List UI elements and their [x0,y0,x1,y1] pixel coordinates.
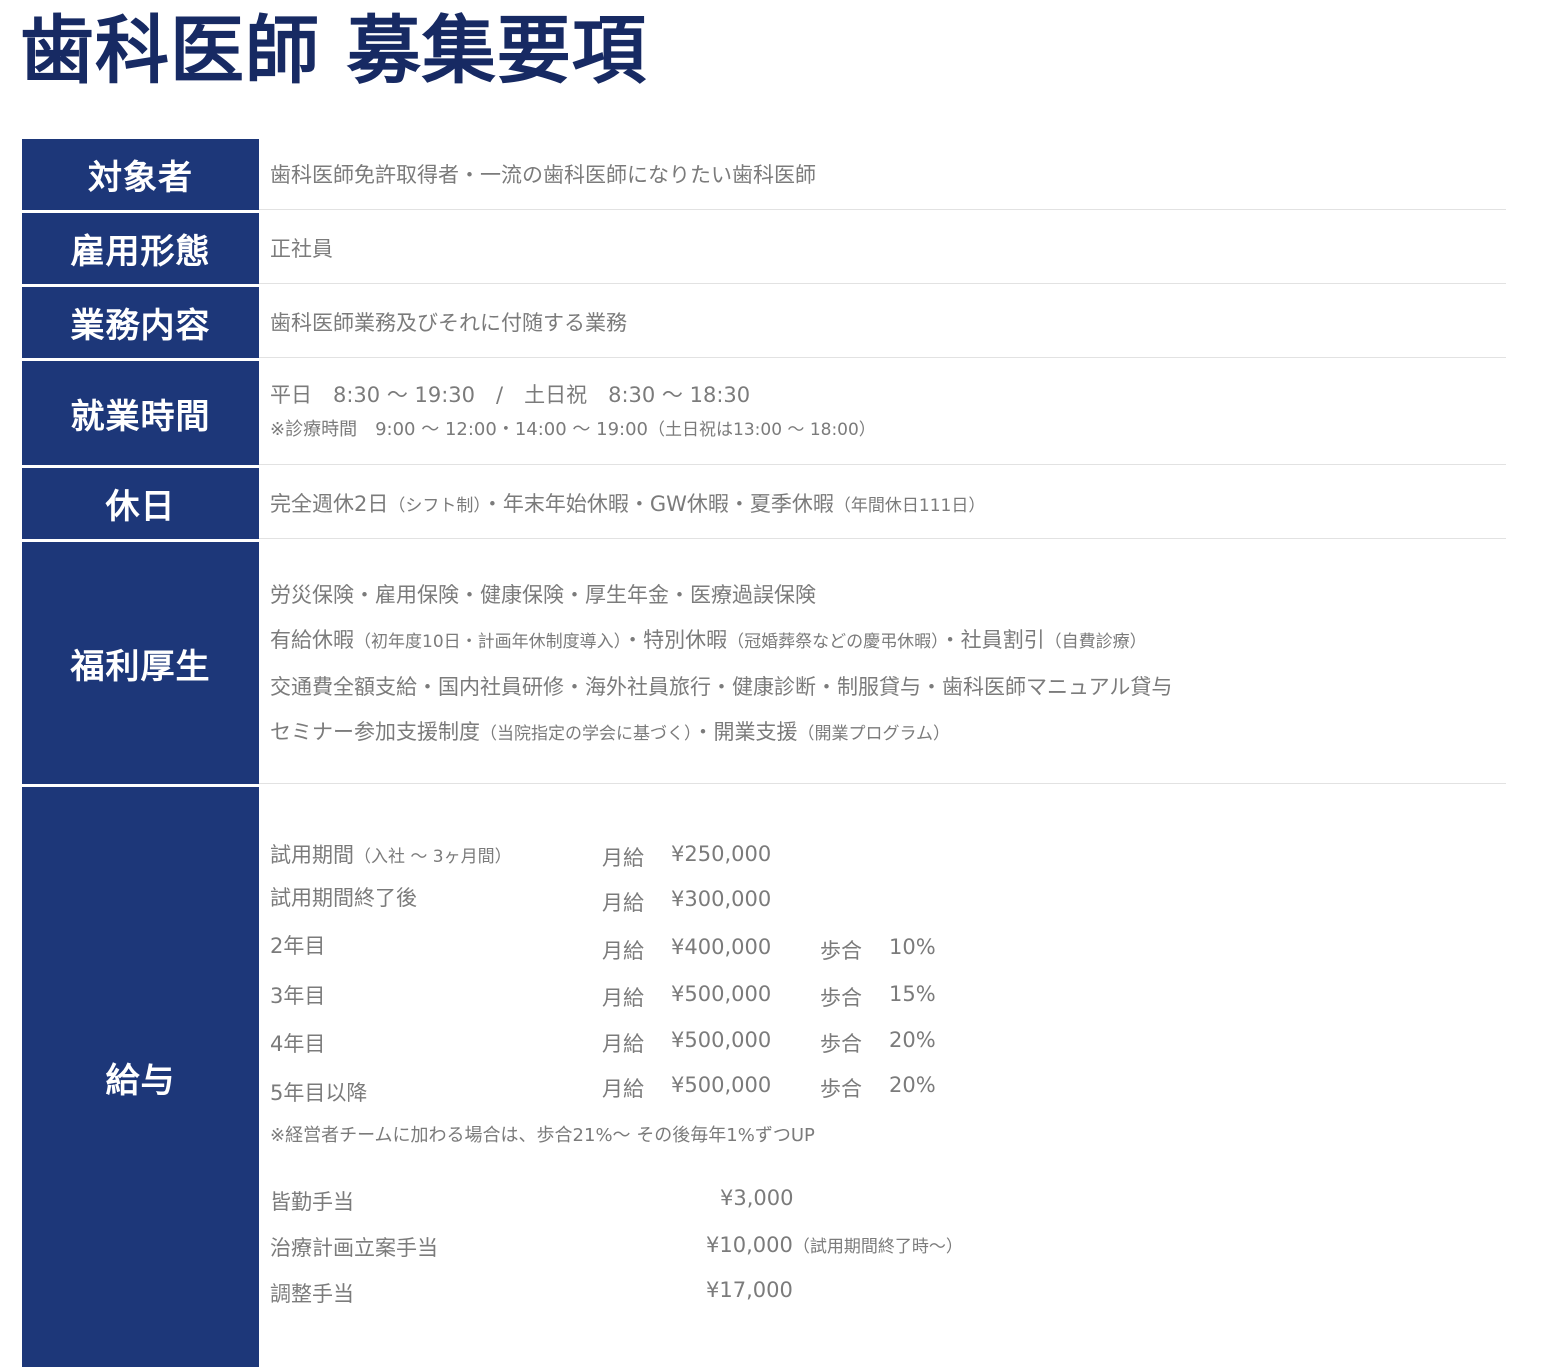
recruitment-table: 対象者 歯科医師免許取得者・一流の歯科医師になりたい歯科医師 雇用形態 正社員 … [22,139,1506,1367]
salary-tier-label: 試用期間終了後 [270,886,417,910]
row-employment-label: 雇用形態 [22,213,259,284]
salary-rate: 15% [889,982,936,1006]
salary-tier-label: 2年目 [270,934,326,958]
row-holidays-label: 休日 [22,468,259,539]
salary-tier-label: 5年目以降 [270,1081,368,1105]
welfare-paid-leave-note: （初年度10日・計画年休制度導入） [354,632,623,652]
salary-amount: ¥500,000 [671,982,772,1006]
row-salary-label: 給与 [22,787,259,1367]
salary-rate: 20% [889,1028,936,1052]
allowance-amount: ¥17,000 [706,1278,793,1302]
salary-rate-label: 歩合 [820,986,862,1010]
target-value-text: 歯科医師免許取得者・一流の歯科医師になりたい歯科医師 [270,163,816,187]
welfare-special-leave-note: （冠婚葬祭などの慶弔休暇） [727,632,940,652]
salary-rate-label: 歩合 [820,1077,862,1101]
row-holidays: 休日 完全週休2日（シフト制）・年末年始休暇・GW休暇・夏季休暇（年間休日111… [22,468,1506,539]
welfare-line-1: 労災保険・雇用保険・健康保険・厚生年金・医療過誤保険 [270,583,816,607]
employment-value-text: 正社員 [270,237,333,261]
salary-monthly-label: 月給 [602,1077,644,1101]
allowance-amount-note: （試用期間終了時〜） [792,1237,963,1257]
holidays-part-2: ・年末年始休暇・GW休暇・夏季休暇 [481,492,834,516]
welfare-opening-support-note: （開業プログラム） [797,724,951,744]
hours-clinic-time: ※診療時間 9:00 〜 12:00・14:00 〜 19:00 [270,419,649,440]
salary-rate-label: 歩合 [820,939,862,963]
hours-line-2: ※診療時間 9:00 〜 12:00・14:00 〜 19:00（土日祝は13:… [270,411,1506,449]
salary-amount: ¥400,000 [671,935,772,959]
salary-rate: 10% [889,935,936,959]
salary-monthly-label: 月給 [602,891,644,915]
row-welfare-value: 労災保険・雇用保険・健康保険・厚生年金・医療過誤保険 有給休暇（初年度10日・計… [259,542,1506,784]
allowance-label: 皆勤手当 [270,1190,354,1214]
holidays-part-2-note: （年間休日111日） [833,496,986,516]
welfare-seminar-support-note: （当院指定の学会に基づく） [480,724,693,744]
row-employment: 雇用形態 正社員 [22,213,1506,284]
welfare-line-2: 有給休暇（初年度10日・計画年休制度導入）・特別休暇（冠婚葬祭などの慶弔休暇）・… [270,618,1506,665]
salary-tier-label: 試用期間（入社 〜 3ヶ月間） [270,843,512,867]
salary-amount: ¥300,000 [671,887,772,911]
holidays-part-1: 完全週休2日 [270,492,389,516]
row-employment-value: 正社員 [259,213,1506,284]
welfare-opening-support: ・開業支援 [692,720,798,744]
welfare-special-leave: ・特別休暇 [622,628,728,652]
row-welfare-label: 福利厚生 [22,542,259,784]
salary-tier-label: 4年目 [270,1032,326,1056]
row-hours: 就業時間 平日 8:30 〜 19:30 / 土日祝 8:30 〜 18:30 … [22,361,1506,465]
row-hours-label: 就業時間 [22,361,259,465]
welfare-line-4: セミナー参加支援制度（当院指定の学会に基づく）・開業支援（開業プログラム） [270,710,1506,757]
holidays-part-1-note: （シフト制） [388,496,482,516]
salary-amount: ¥250,000 [671,842,772,866]
salary-amount: ¥500,000 [671,1073,772,1097]
allowance-label: 治療計画立案手当 [270,1236,438,1260]
holidays-text: 完全週休2日（シフト制）・年末年始休暇・GW休暇・夏季休暇（年間休日111日） [270,488,1506,522]
row-welfare: 福利厚生 労災保険・雇用保険・健康保険・厚生年金・医療過誤保険 有給休暇（初年度… [22,542,1506,784]
row-duties-label: 業務内容 [22,287,259,358]
allowance-amount: ¥10,000（試用期間終了時〜） [706,1233,963,1257]
salary-management-note: ※経営者チームに加わる場合は、歩合21%〜 その後毎年1%ずつUP [270,1125,815,1146]
welfare-staff-discount-note: （自費診療） [1044,632,1147,652]
row-target-value: 歯科医師免許取得者・一流の歯科医師になりたい歯科医師 [259,139,1506,210]
row-salary: 給与 試用期間（入社 〜 3ヶ月間） 月給 ¥250,000 試用期間終了後 月… [22,787,1506,1367]
hours-clinic-weekend-note: （土日祝は13:00 〜 18:00） [648,420,876,440]
salary-amount: ¥500,000 [671,1028,772,1052]
row-duties: 業務内容 歯科医師業務及びそれに付随する業務 [22,287,1506,358]
hours-line-1: 平日 8:30 〜 19:30 / 土日祝 8:30 〜 18:30 [270,383,751,407]
salary-monthly-label: 月給 [602,939,644,963]
salary-monthly-label: 月給 [602,1032,644,1056]
row-target-label: 対象者 [22,139,259,210]
row-salary-value: 試用期間（入社 〜 3ヶ月間） 月給 ¥250,000 試用期間終了後 月給 ¥… [259,787,1506,1367]
row-duties-value: 歯科医師業務及びそれに付随する業務 [259,287,1506,358]
salary-tier-label-note: （入社 〜 3ヶ月間） [354,847,512,867]
welfare-line-3: 交通費全額支給・国内社員研修・海外社員旅行・健康診断・制服貸与・歯科医師マニュア… [270,675,1173,699]
row-target: 対象者 歯科医師免許取得者・一流の歯科医師になりたい歯科医師 [22,139,1506,210]
row-holidays-value: 完全週休2日（シフト制）・年末年始休暇・GW休暇・夏季休暇（年間休日111日） [259,468,1506,539]
salary-tier-label: 3年目 [270,984,326,1008]
welfare-paid-leave: 有給休暇 [270,628,354,652]
salary-monthly-label: 月給 [602,846,644,870]
welfare-seminar-support: セミナー参加支援制度 [270,720,480,744]
allowance-amount: ¥3,000 [720,1186,794,1210]
duties-value-text: 歯科医師業務及びそれに付随する業務 [270,311,627,335]
salary-monthly-label: 月給 [602,986,644,1010]
page-title: 歯科医師 募集要項 [20,8,647,94]
row-hours-value: 平日 8:30 〜 19:30 / 土日祝 8:30 〜 18:30 ※診療時間… [259,361,1506,465]
salary-rate-label: 歩合 [820,1032,862,1056]
welfare-staff-discount: ・社員割引 [939,628,1045,652]
salary-rate: 20% [889,1073,936,1097]
allowance-label: 調整手当 [270,1282,354,1306]
